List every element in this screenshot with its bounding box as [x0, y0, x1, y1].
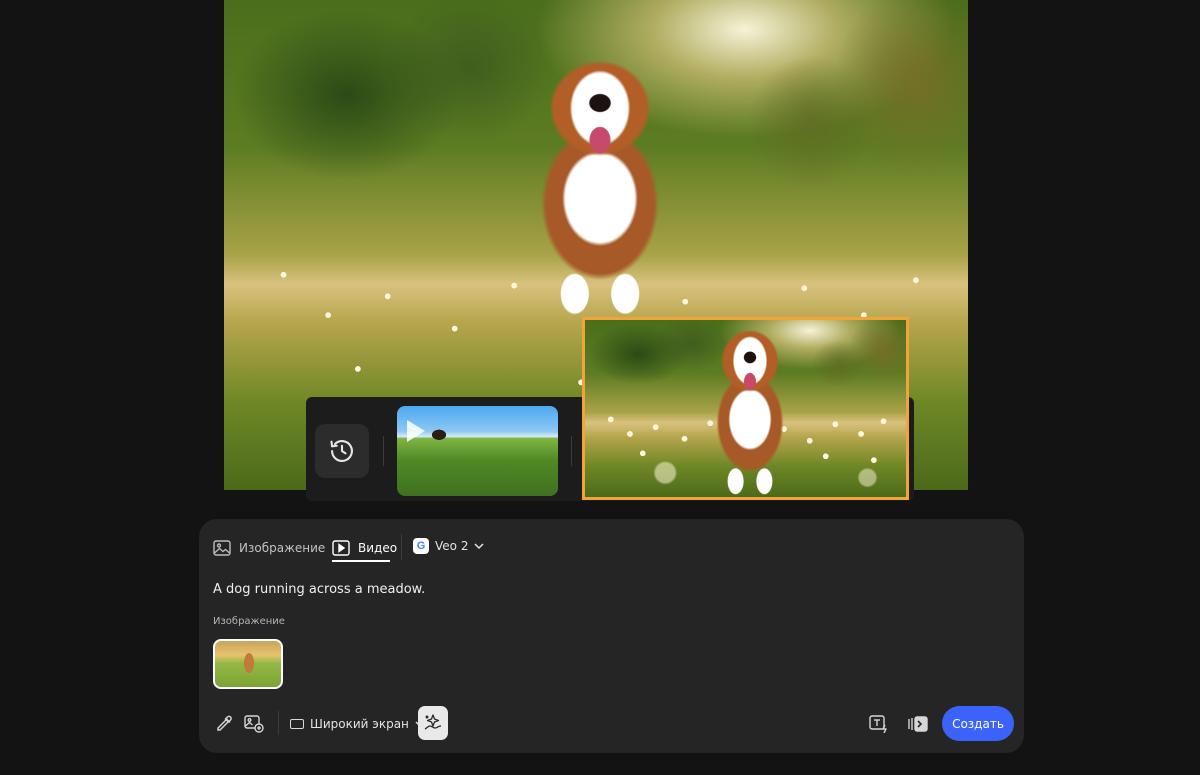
text-effects-button[interactable]	[868, 713, 890, 735]
dog-subject	[530, 50, 670, 315]
history-thumbnail-1[interactable]	[397, 406, 558, 496]
aspect-ratio-select[interactable]: Широкий экран	[290, 713, 425, 735]
strip-divider	[383, 436, 384, 466]
text-effects-icon	[869, 715, 887, 733]
aspect-ratio-label: Широкий экран	[310, 717, 409, 731]
google-icon: G	[413, 538, 429, 554]
tab-image-label: Изображение	[239, 541, 326, 555]
toolbar-divider	[278, 711, 279, 735]
play-icon	[407, 420, 425, 442]
history-button[interactable]	[315, 424, 369, 478]
reference-section-label: Изображение	[213, 616, 285, 627]
add-image-icon	[244, 715, 264, 733]
add-image-button[interactable]	[243, 713, 265, 735]
model-select[interactable]: G Veo 2	[413, 534, 484, 558]
prompt-text[interactable]: A dog running across a meadow.	[213, 582, 425, 597]
history-icon	[330, 440, 353, 462]
keyframes-button[interactable]	[906, 713, 930, 735]
widescreen-icon	[290, 719, 304, 729]
tab-divider	[401, 534, 402, 560]
history-thumbnail-2-selected[interactable]	[582, 317, 909, 500]
tab-video-label: Видео	[358, 541, 398, 555]
reference-image-thumbnail[interactable]	[213, 639, 283, 689]
effects-button[interactable]	[418, 706, 448, 740]
sparkle-effects-icon	[424, 714, 442, 730]
create-button[interactable]: Создать	[942, 706, 1014, 741]
video-icon	[332, 540, 350, 556]
keyframes-icon	[908, 716, 928, 732]
image-icon	[213, 540, 231, 556]
strip-divider	[571, 436, 572, 466]
eyedropper-button[interactable]	[213, 713, 235, 735]
eyedropper-icon	[217, 715, 232, 731]
active-tab-indicator	[332, 560, 390, 562]
tab-video[interactable]: Видео	[332, 534, 397, 562]
tab-image[interactable]: Изображение	[213, 534, 325, 562]
model-label: Veo 2	[435, 539, 469, 553]
chevron-down-icon	[474, 543, 484, 550]
